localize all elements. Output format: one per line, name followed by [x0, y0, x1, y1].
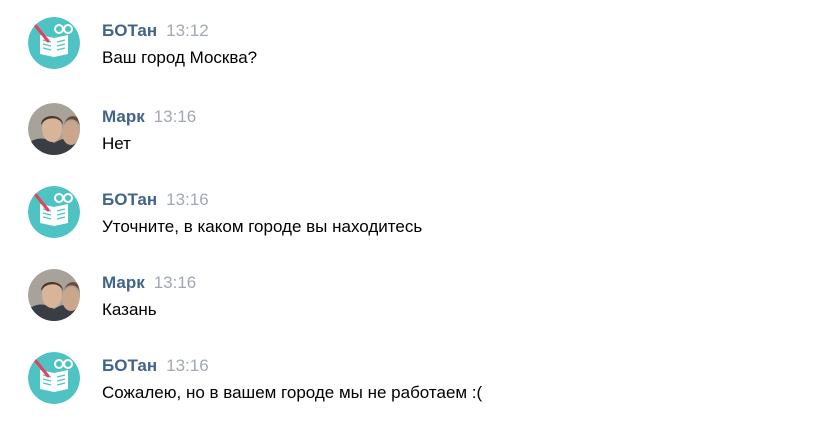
message-text: Уточните, в каком городе вы находитесь: [102, 217, 423, 236]
message-time: 13:16: [166, 356, 209, 375]
message-time: 13:16: [153, 273, 197, 292]
message-header: БОТан 13:16: [102, 190, 209, 210]
user-avatar[interactable]: [28, 103, 80, 155]
message-text: Ваш город Москва?: [102, 48, 258, 67]
message-header: Марк 13:16: [102, 273, 196, 293]
book-icon: [28, 17, 80, 69]
message-time: 13:12: [166, 21, 209, 40]
message-header: БОТан 13:16: [102, 356, 209, 376]
message-text: Казань: [102, 300, 157, 319]
chat-history: БОТан 13:12 Ваш город Москва? Марк 13:16 Н…: [0, 0, 838, 436]
book-icon: [28, 352, 80, 404]
bot-avatar[interactable]: [28, 352, 80, 404]
message-time: 13:16: [166, 190, 209, 209]
message: Марк 13:16 Нет: [28, 103, 808, 163]
user-photo: [28, 103, 80, 155]
author-name[interactable]: Марк: [102, 107, 145, 126]
message: БОТан 13:16 Уточните, в каком городе вы н…: [28, 186, 808, 246]
user-photo: [28, 269, 80, 321]
user-avatar[interactable]: [28, 269, 80, 321]
message: БОТан 13:12 Ваш город Москва?: [28, 17, 808, 77]
author-name[interactable]: БОТан: [102, 356, 157, 375]
message-header: БОТан 13:12: [102, 21, 209, 41]
book-icon: [28, 186, 80, 238]
bot-avatar[interactable]: [28, 186, 80, 238]
author-name[interactable]: БОТан: [102, 190, 157, 209]
message-text: Нет: [102, 134, 131, 153]
message-time: 13:16: [153, 107, 197, 126]
message-header: Марк 13:16: [102, 107, 196, 127]
message-text: Сожалею, но в вашем городе мы не работае…: [102, 383, 483, 402]
message: БОТан 13:16 Сожалею, но в вашем городе мы…: [28, 352, 808, 412]
message: Марк 13:16 Казань: [28, 269, 808, 329]
author-name[interactable]: БОТан: [102, 21, 157, 40]
author-name[interactable]: Марк: [102, 273, 145, 292]
bot-avatar[interactable]: [28, 17, 80, 69]
